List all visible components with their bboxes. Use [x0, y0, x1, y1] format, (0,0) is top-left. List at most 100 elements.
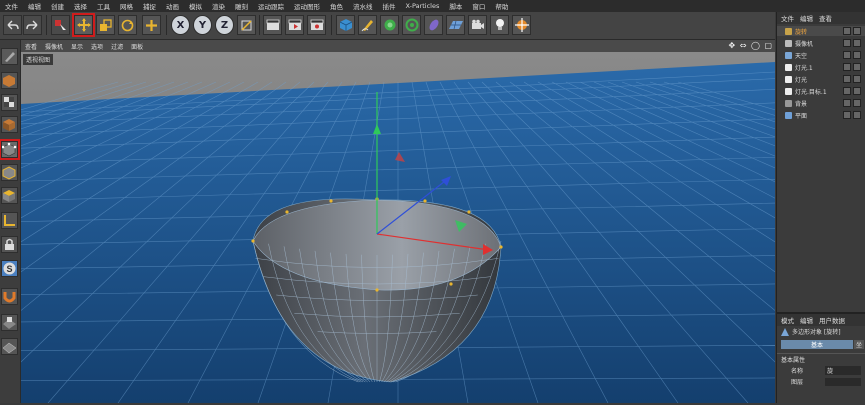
menu-item[interactable]: 网格: [115, 1, 138, 11]
move-tool-button[interactable]: [72, 13, 95, 37]
pen-spline-button[interactable]: [358, 15, 377, 35]
enable-checkmark[interactable]: [853, 111, 861, 119]
om-tab-view[interactable]: 查看: [819, 13, 832, 23]
lock-workplane-button[interactable]: [1, 314, 18, 331]
enable-checkmark[interactable]: [853, 87, 861, 95]
object-row[interactable]: 灯光.目标.1: [777, 86, 865, 96]
undo-button[interactable]: [3, 15, 22, 35]
visibility-toggle[interactable]: [843, 63, 851, 71]
enable-checkmark[interactable]: [853, 63, 861, 71]
viewport-menu-panel[interactable]: 面板: [127, 42, 147, 51]
object-row[interactable]: 摄像机: [777, 38, 865, 48]
x-axis-lock-button[interactable]: X: [171, 15, 190, 35]
object-row[interactable]: 灯光.1: [777, 62, 865, 72]
rim-point[interactable]: [449, 282, 453, 286]
visibility-toggle[interactable]: [843, 39, 851, 47]
visibility-toggle[interactable]: [843, 27, 851, 35]
menu-item[interactable]: X-Particles: [401, 2, 445, 10]
magnet-button[interactable]: [1, 288, 18, 305]
attr-tab-userdata[interactable]: 用户数据: [819, 315, 845, 325]
tweak-mode-button[interactable]: [1, 236, 18, 253]
menu-item[interactable]: 创建: [46, 1, 69, 11]
viewport-menu-display[interactable]: 显示: [67, 42, 87, 51]
points-mode-button[interactable]: [0, 139, 20, 160]
render-settings-button[interactable]: [307, 15, 326, 35]
axis-mode-button[interactable]: [1, 212, 18, 229]
om-tab-edit[interactable]: 编辑: [800, 13, 813, 23]
enable-checkmark[interactable]: [853, 75, 861, 83]
menu-item[interactable]: 编辑: [23, 1, 46, 11]
menu-item[interactable]: 插件: [378, 1, 401, 11]
target-light-button[interactable]: [512, 15, 531, 35]
attr-tab-edit[interactable]: 编辑: [800, 315, 813, 325]
bend-deformer-button[interactable]: [424, 15, 443, 35]
light-object-button[interactable]: [490, 15, 509, 35]
enable-checkmark[interactable]: [853, 51, 861, 59]
snap-button[interactable]: S: [1, 260, 18, 277]
array-button[interactable]: [402, 15, 421, 35]
object-row[interactable]: 平面: [777, 110, 865, 120]
object-row[interactable]: 天空: [777, 50, 865, 60]
workplane-button[interactable]: [1, 338, 18, 355]
attr-tab-mode[interactable]: 模式: [781, 315, 794, 325]
menu-item[interactable]: 模拟: [184, 1, 207, 11]
visibility-toggle[interactable]: [843, 51, 851, 59]
menu-item[interactable]: 脚本: [444, 1, 467, 11]
floor-object-button[interactable]: [446, 15, 465, 35]
viewport-menu-cameras[interactable]: 摄像机: [41, 42, 67, 51]
menu-item[interactable]: 动画: [161, 1, 184, 11]
render-view-button[interactable]: [263, 15, 282, 35]
redo-button[interactable]: [23, 15, 42, 35]
render-picture-viewer-button[interactable]: [285, 15, 304, 35]
object-row[interactable]: 灯光: [777, 74, 865, 84]
menu-item[interactable]: 选择: [69, 1, 92, 11]
menu-item[interactable]: 渲染: [207, 1, 230, 11]
cube-object-button[interactable]: [336, 15, 355, 35]
object-row[interactable]: 背景: [777, 98, 865, 108]
object-row[interactable]: 旋转: [777, 26, 865, 36]
workplane-mode-button[interactable]: [1, 116, 18, 133]
visibility-toggle[interactable]: [843, 99, 851, 107]
menu-item[interactable]: 工具: [92, 1, 115, 11]
menu-item[interactable]: 窗口: [467, 1, 490, 11]
visibility-toggle[interactable]: [843, 111, 851, 119]
rim-point[interactable]: [467, 210, 471, 214]
recent-tool-button[interactable]: [142, 15, 161, 35]
live-selection-button[interactable]: [51, 15, 70, 35]
menu-item[interactable]: 雕刻: [230, 1, 253, 11]
visibility-toggle[interactable]: [843, 87, 851, 95]
camera-object-button[interactable]: [468, 15, 487, 35]
visibility-toggle[interactable]: [843, 75, 851, 83]
attr-subtab-basic[interactable]: 基本: [781, 340, 853, 349]
texture-mode-button[interactable]: [1, 94, 18, 111]
viewport-navigation-icons[interactable]: ✥ ⇔ ◯ ▢: [728, 41, 773, 50]
scene-canvas[interactable]: [21, 52, 775, 403]
attr-field-layer-input[interactable]: [825, 377, 861, 386]
enable-checkmark[interactable]: [853, 39, 861, 47]
rim-point[interactable]: [251, 239, 255, 243]
menu-item[interactable]: 角色: [325, 1, 348, 11]
subdivision-surface-button[interactable]: [380, 15, 399, 35]
rim-point[interactable]: [329, 199, 333, 203]
model-mode-button[interactable]: [1, 72, 18, 89]
viewport-menu-options[interactable]: 选项: [87, 42, 107, 51]
polygons-mode-button[interactable]: [1, 187, 18, 204]
perspective-viewport[interactable]: 透视视图: [21, 52, 775, 403]
menu-item[interactable]: 捕捉: [138, 1, 161, 11]
viewport-menu-view[interactable]: 查看: [21, 42, 41, 51]
menu-item[interactable]: 运动图形: [289, 1, 325, 11]
rim-point[interactable]: [285, 210, 289, 214]
attr-field-name-input[interactable]: 旋: [825, 366, 861, 375]
coordinate-system-button[interactable]: [237, 15, 256, 35]
z-axis-lock-button[interactable]: Z: [215, 15, 234, 35]
rim-point[interactable]: [423, 199, 427, 203]
menu-item[interactable]: 帮助: [490, 1, 513, 11]
rim-point[interactable]: [375, 288, 379, 292]
rim-point[interactable]: [499, 245, 503, 249]
edges-mode-button[interactable]: [1, 164, 18, 181]
menu-item[interactable]: 文件: [0, 1, 23, 11]
enable-checkmark[interactable]: [853, 27, 861, 35]
om-tab-file[interactable]: 文件: [781, 13, 794, 23]
rotate-tool-button[interactable]: [118, 15, 137, 35]
attr-subtab-coord[interactable]: 坐: [854, 340, 864, 349]
